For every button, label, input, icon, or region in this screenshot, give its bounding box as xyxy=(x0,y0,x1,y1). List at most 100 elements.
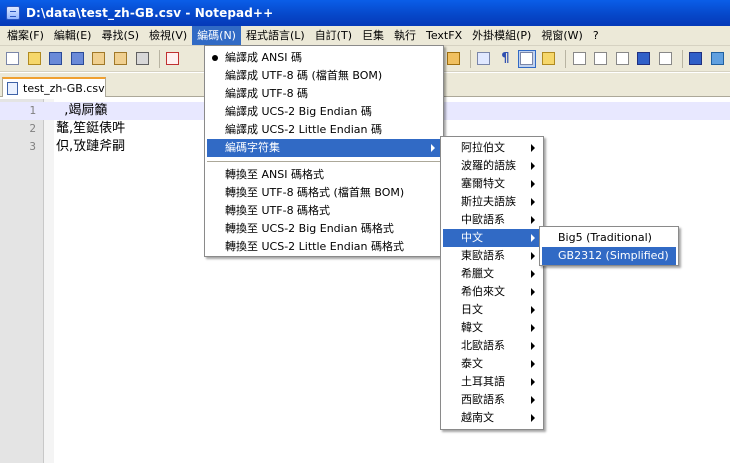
charset-korean[interactable]: 韓文 xyxy=(443,319,541,337)
save-macro-icon[interactable] xyxy=(656,50,674,68)
sync-scroll-icon[interactable] xyxy=(445,50,463,68)
textfx-icon[interactable] xyxy=(687,50,705,68)
encoding-menu: 編譯成 ANSI 碼 編譯成 UTF-8 碼 (檔首無 BOM) 編譯成 UTF… xyxy=(204,45,444,257)
show-all-chars-icon[interactable]: ¶ xyxy=(497,50,515,68)
menu-window[interactable]: 視窗(W) xyxy=(536,26,587,45)
window-title: D:\data\test_zh-GB.csv - Notepad++ xyxy=(26,6,274,20)
close-all-icon[interactable] xyxy=(112,50,130,68)
charset-north-european[interactable]: 北歐語系 xyxy=(443,337,541,355)
indent-guide-icon[interactable] xyxy=(518,49,536,68)
menu-convert-ansi[interactable]: 轉換至 ANSI 碼格式 xyxy=(207,166,441,184)
charset-thai[interactable]: 泰文 xyxy=(443,355,541,373)
tab-test-zh-gb[interactable]: test_zh-GB.csv xyxy=(2,77,106,97)
menu-encoding[interactable]: 編碼(N) xyxy=(192,26,241,45)
stop-macro-icon[interactable] xyxy=(592,50,610,68)
charset-vietnamese[interactable]: 越南文 xyxy=(443,409,541,427)
submenu-arrow-icon xyxy=(531,234,535,242)
run-macro-multiple-icon[interactable] xyxy=(635,50,653,68)
word-wrap-icon[interactable] xyxy=(475,50,493,68)
menu-textfx[interactable]: TextFX xyxy=(421,26,467,45)
cut-icon[interactable] xyxy=(164,50,182,68)
print-icon[interactable] xyxy=(133,50,151,68)
submenu-arrow-icon xyxy=(531,162,535,170)
submenu-arrow-icon xyxy=(531,270,535,278)
encoding-big5[interactable]: Big5 (Traditional) xyxy=(542,229,676,247)
line-number: 2 xyxy=(29,122,36,135)
menu-settings[interactable]: 自訂(T) xyxy=(310,26,357,45)
submenu-arrow-icon xyxy=(531,306,535,314)
line-number: 3 xyxy=(29,140,36,153)
charset-baltic[interactable]: 波羅的語族 xyxy=(443,157,541,175)
charset-arabic[interactable]: 阿拉伯文 xyxy=(443,139,541,157)
charset-chinese[interactable]: 中文 xyxy=(443,229,541,247)
menu-language[interactable]: 程式語言(L) xyxy=(241,26,310,45)
chinese-submenu: Big5 (Traditional) GB2312 (Simplified) xyxy=(539,226,679,266)
save-icon[interactable] xyxy=(47,50,65,68)
record-macro-icon[interactable] xyxy=(570,50,588,68)
menu-run[interactable]: 執行 xyxy=(389,26,421,45)
textfx-quick-icon[interactable] xyxy=(709,50,727,68)
menu-convert-utf8[interactable]: 轉換至 UTF-8 碼格式 xyxy=(207,202,441,220)
charset-hebrew[interactable]: 希伯來文 xyxy=(443,283,541,301)
notepad-app-icon xyxy=(6,6,20,20)
user-lang-icon[interactable] xyxy=(540,50,558,68)
menu-plugins[interactable]: 外掛模組(P) xyxy=(467,26,536,45)
charset-cyrillic[interactable]: 斯拉夫語族 xyxy=(443,193,541,211)
charset-celtic[interactable]: 塞爾特文 xyxy=(443,175,541,193)
new-file-icon[interactable] xyxy=(4,50,22,68)
charset-turkish[interactable]: 土耳其語 xyxy=(443,373,541,391)
toolbar-separator xyxy=(565,49,567,68)
menu-encode-ansi[interactable]: 編譯成 ANSI 碼 xyxy=(207,49,441,67)
menu-view[interactable]: 檢視(V) xyxy=(144,26,192,45)
toolbar-separator xyxy=(158,49,160,68)
menu-search[interactable]: 尋找(S) xyxy=(96,26,144,45)
submenu-arrow-icon xyxy=(531,216,535,224)
menu-encode-utf8-nobom[interactable]: 編譯成 UTF-8 碼 (檔首無 BOM) xyxy=(207,67,441,85)
submenu-arrow-icon xyxy=(531,342,535,350)
menu-charset[interactable]: 編碼字符集 xyxy=(207,139,441,157)
line-text[interactable]: 伿,攷蹥斧嗣 xyxy=(56,138,125,156)
menu-edit[interactable]: 編輯(E) xyxy=(49,26,97,45)
menu-convert-ucs2-le[interactable]: 轉換至 UCS-2 Little Endian 碼格式 xyxy=(207,238,441,256)
charset-central-european[interactable]: 中歐語系 xyxy=(443,211,541,229)
menu-separator xyxy=(207,161,441,162)
line-text[interactable]: 鼇,笙鋌俵吽 xyxy=(56,120,125,138)
menu-encode-utf8[interactable]: 編譯成 UTF-8 碼 xyxy=(207,85,441,103)
menu-encode-ucs2-be[interactable]: 編譯成 UCS-2 Big Endian 碼 xyxy=(207,103,441,121)
menu-file[interactable]: 檔案(F) xyxy=(2,26,49,45)
charset-submenu: 阿拉伯文 波羅的語族 塞爾特文 斯拉夫語族 中歐語系 中文 東歐語系 希臘文 希… xyxy=(440,136,544,430)
open-file-icon[interactable] xyxy=(26,50,44,68)
charset-eastern-european[interactable]: 東歐語系 xyxy=(443,247,541,265)
submenu-arrow-icon xyxy=(531,198,535,206)
menu-bar: 檔案(F) 編輯(E) 尋找(S) 檢視(V) 編碼(N) 程式語言(L) 自訂… xyxy=(0,26,730,46)
charset-greek[interactable]: 希臘文 xyxy=(443,265,541,283)
menu-encode-ucs2-le[interactable]: 編譯成 UCS-2 Little Endian 碼 xyxy=(207,121,441,139)
close-file-icon[interactable] xyxy=(90,50,108,68)
toolbar-separator xyxy=(682,49,683,68)
submenu-arrow-icon xyxy=(531,378,535,386)
submenu-arrow-icon xyxy=(531,144,535,152)
title-bar: D:\data\test_zh-GB.csv - Notepad++ xyxy=(0,0,730,26)
save-all-icon[interactable] xyxy=(69,50,87,68)
encoding-gb2312[interactable]: GB2312 (Simplified) xyxy=(542,247,676,265)
selected-bullet-icon xyxy=(212,55,218,61)
line-number: 1 xyxy=(29,104,36,117)
charset-western-european[interactable]: 西歐語系 xyxy=(443,391,541,409)
play-macro-icon[interactable] xyxy=(613,50,631,68)
submenu-arrow-icon xyxy=(531,360,535,368)
submenu-arrow-icon xyxy=(531,324,535,332)
toolbar-separator xyxy=(470,49,472,68)
menu-macro[interactable]: 巨集 xyxy=(357,26,389,45)
menu-convert-ucs2-be[interactable]: 轉換至 UCS-2 Big Endian 碼格式 xyxy=(207,220,441,238)
submenu-arrow-icon xyxy=(531,396,535,404)
submenu-arrow-icon xyxy=(531,414,535,422)
charset-japanese[interactable]: 日文 xyxy=(443,301,541,319)
file-icon xyxy=(7,81,18,95)
menu-convert-utf8-nobom[interactable]: 轉換至 UTF-8 碼格式 (檔首無 BOM) xyxy=(207,184,441,202)
line-text[interactable]: ,竭屙籲 xyxy=(56,102,107,120)
menu-help[interactable]: ? xyxy=(588,26,604,45)
submenu-arrow-icon xyxy=(531,288,535,296)
submenu-arrow-icon xyxy=(431,144,435,152)
tab-label: test_zh-GB.csv xyxy=(23,81,105,95)
submenu-arrow-icon xyxy=(531,252,535,260)
